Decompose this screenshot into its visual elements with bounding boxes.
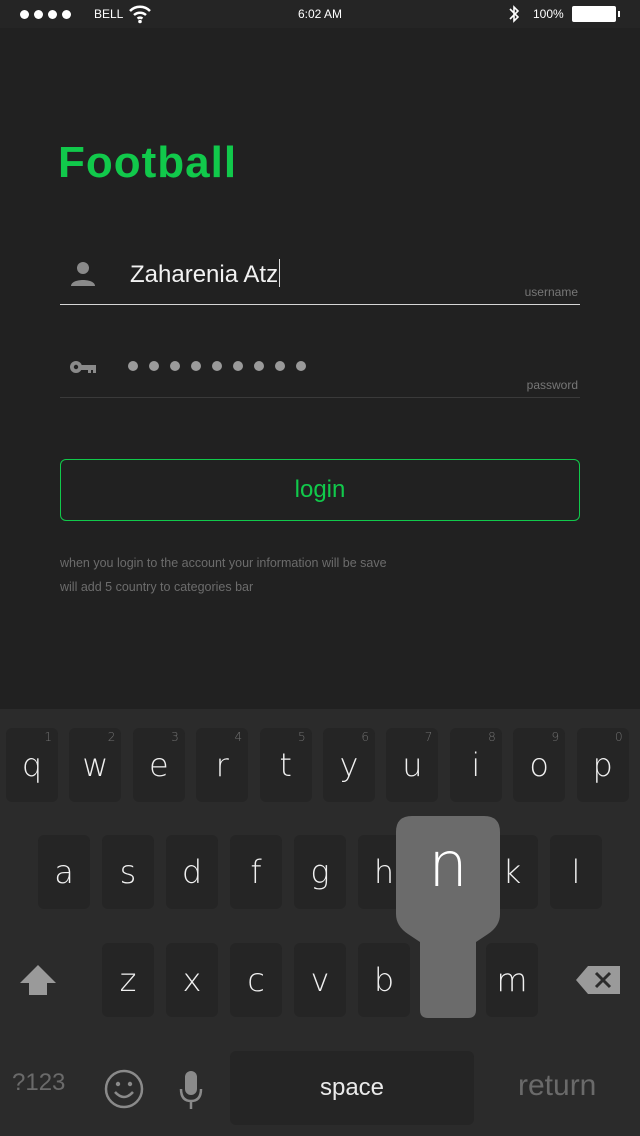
key-label: t xyxy=(279,746,292,784)
key-label: z xyxy=(119,961,137,999)
key-label: k xyxy=(502,853,522,891)
key-label: d xyxy=(181,853,203,891)
key-label: e xyxy=(148,746,169,784)
key-label: u xyxy=(402,746,423,784)
password-mask xyxy=(128,361,306,371)
password-dot xyxy=(296,361,306,371)
key-label: o xyxy=(529,746,549,784)
key-number-hint: 2 xyxy=(107,730,116,744)
login-button[interactable]: login xyxy=(60,459,580,521)
key-z[interactable]: z xyxy=(102,943,154,1017)
password-dot xyxy=(212,361,222,371)
username-field[interactable]: Zaharenia Atz username xyxy=(60,245,580,305)
key-s[interactable]: s xyxy=(102,835,154,909)
key-label: a xyxy=(54,853,74,891)
key-e[interactable]: e3 xyxy=(132,728,185,802)
password-dot xyxy=(170,361,180,371)
key-number-hint: 4 xyxy=(234,730,243,744)
text-caret xyxy=(279,259,281,287)
key-number-hint: 8 xyxy=(488,730,496,744)
key-v[interactable]: v xyxy=(294,943,346,1017)
key-c[interactable]: c xyxy=(230,943,282,1017)
microphone-icon[interactable] xyxy=(178,1069,204,1111)
key-x[interactable]: x xyxy=(166,943,218,1017)
password-dot xyxy=(191,361,201,371)
key-label: c xyxy=(247,961,265,999)
shift-key[interactable] xyxy=(12,943,64,1017)
key-number-hint: 0 xyxy=(614,730,623,744)
key-t[interactable]: t5 xyxy=(259,728,312,802)
key-label: v xyxy=(310,961,330,999)
backspace-icon xyxy=(576,966,620,994)
info-note-2: will add 5 country to categories bar xyxy=(60,580,254,594)
on-screen-keyboard: q1w2e3r4t5y6u7i8o9p0asdfghjklzxcvbnm ?12… xyxy=(0,709,640,1136)
key-l[interactable]: l xyxy=(550,835,602,909)
key-number-hint: 3 xyxy=(171,730,179,744)
battery-percent: 100% xyxy=(533,7,564,21)
key-label: y xyxy=(339,746,359,784)
key-label: i xyxy=(471,746,481,784)
key-label: l xyxy=(571,853,581,891)
key-label: h xyxy=(373,853,395,891)
bluetooth-icon xyxy=(509,5,520,23)
status-bar: BELL 6:02 AM 100% xyxy=(0,0,640,28)
password-dot xyxy=(128,361,138,371)
key-label: s xyxy=(119,853,137,891)
key-number-hint: 9 xyxy=(551,730,560,744)
app-title: Football xyxy=(58,138,238,187)
password-dot xyxy=(233,361,243,371)
password-field[interactable]: password xyxy=(60,338,580,398)
key-a[interactable]: a xyxy=(38,835,90,909)
key-label: f xyxy=(250,853,262,891)
key-q[interactable]: q1 xyxy=(6,728,58,802)
shift-arrow-icon xyxy=(20,965,56,995)
user-icon xyxy=(71,262,95,286)
info-note-1: when you login to the account your infor… xyxy=(60,556,387,570)
key-number-hint: 5 xyxy=(297,730,306,744)
key-i[interactable]: i8 xyxy=(449,728,502,802)
username-label: username xyxy=(524,285,578,299)
space-key[interactable]: space xyxy=(230,1051,474,1125)
key-number-hint: 7 xyxy=(424,730,433,744)
key-y[interactable]: y6 xyxy=(323,728,375,802)
key-number-hint: 1 xyxy=(44,730,52,744)
emoji-icon[interactable] xyxy=(104,1069,144,1109)
key-d[interactable]: d xyxy=(166,835,218,909)
key-p[interactable]: p0 xyxy=(576,728,629,802)
username-value: Zaharenia Atz xyxy=(130,259,281,288)
key-label: r xyxy=(215,746,229,784)
password-dot xyxy=(275,361,285,371)
password-label: password xyxy=(526,378,578,392)
battery-icon xyxy=(572,6,620,22)
key-label: m xyxy=(496,961,528,999)
key-label: b xyxy=(373,961,395,999)
key-g[interactable]: g xyxy=(294,835,346,909)
backspace-key[interactable] xyxy=(568,943,628,1017)
key-f[interactable]: f xyxy=(230,835,282,909)
key-o[interactable]: o9 xyxy=(513,728,566,802)
key-w[interactable]: w2 xyxy=(69,728,122,802)
key-press-popup-letter: n xyxy=(428,828,468,901)
key-r[interactable]: r4 xyxy=(196,728,249,802)
password-dot xyxy=(149,361,159,371)
key-icon xyxy=(70,361,96,373)
symbols-key[interactable]: ?123 xyxy=(12,1069,65,1097)
key-label: p xyxy=(592,746,613,784)
key-number-hint: 6 xyxy=(361,730,369,744)
password-dot xyxy=(254,361,264,371)
key-label: q xyxy=(21,746,43,784)
key-u[interactable]: u7 xyxy=(386,728,439,802)
key-label: g xyxy=(310,853,330,891)
key-label: w xyxy=(82,746,109,784)
key-label: x xyxy=(182,961,202,999)
return-key[interactable]: return xyxy=(518,1069,596,1103)
